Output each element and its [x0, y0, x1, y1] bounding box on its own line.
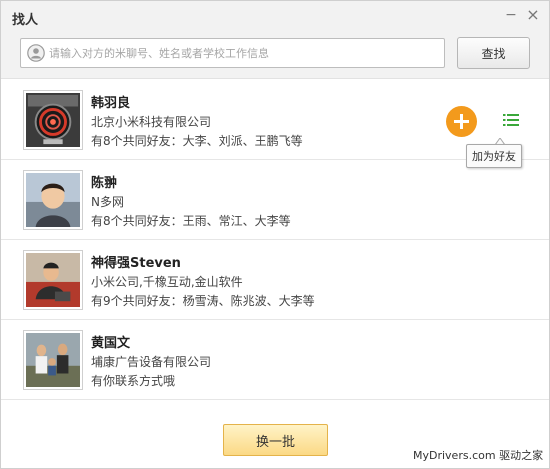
contact-name: 黄国文 [91, 336, 131, 351]
avatar [23, 330, 83, 390]
window-title: 找人 [12, 13, 39, 28]
add-friend-button[interactable] [446, 106, 477, 137]
contact-name: 陈翀 [91, 176, 118, 191]
minimize-icon[interactable]: − [503, 7, 519, 23]
user-icon [27, 44, 45, 62]
contact-name: 神得强Steven [91, 256, 181, 271]
contact-company: 北京小米科技有限公司 [91, 115, 212, 129]
contact-company: 埔康广告设备有限公司 [91, 355, 212, 369]
watermark: MyDrivers.com 驱动之家 [413, 449, 544, 462]
search-box [20, 38, 445, 68]
gauge-photo [26, 93, 80, 147]
contact-name: 韩羽良 [91, 96, 131, 111]
search-bar: 查找 [1, 31, 549, 79]
avatar [23, 250, 83, 310]
find-people-window: 找人 − × 查找 [0, 0, 550, 469]
list-item[interactable]: 神得强Steven 小米公司,千橡互动,金山软件 有9个共同好友：杨雪涛、陈兆波… [1, 240, 549, 320]
refresh-batch-button[interactable]: 换一批 [223, 424, 328, 456]
mutual-friends: 有8个共同好友：大李、刘派、王鹏飞等 [91, 134, 303, 148]
mutual-friends: 有8个共同好友：王雨、常江、大李等 [91, 214, 291, 228]
title-bar: 找人 − × [1, 1, 549, 31]
boy-photo [26, 173, 80, 227]
list-item[interactable]: 黄国文 埔康广告设备有限公司 有你联系方式哦 [1, 320, 549, 400]
close-icon[interactable]: × [525, 7, 541, 23]
list-icon[interactable] [503, 113, 519, 127]
search-button[interactable]: 查找 [457, 37, 530, 69]
avatar [23, 170, 83, 230]
man-couch-photo [26, 253, 80, 307]
mutual-friends: 有你联系方式哦 [91, 374, 176, 388]
group-photo [26, 333, 80, 387]
avatar [23, 90, 83, 150]
mutual-friends: 有9个共同好友：杨雪涛、陈兆波、大李等 [91, 294, 315, 308]
list-item[interactable]: 陈翀 N多网 有8个共同好友：王雨、常江、大李等 [1, 160, 549, 240]
search-input[interactable] [49, 41, 439, 65]
add-friend-tooltip: 加为好友 [466, 144, 522, 168]
contact-company: N多网 [91, 195, 124, 209]
contact-company: 小米公司,千橡互动,金山软件 [91, 275, 243, 289]
